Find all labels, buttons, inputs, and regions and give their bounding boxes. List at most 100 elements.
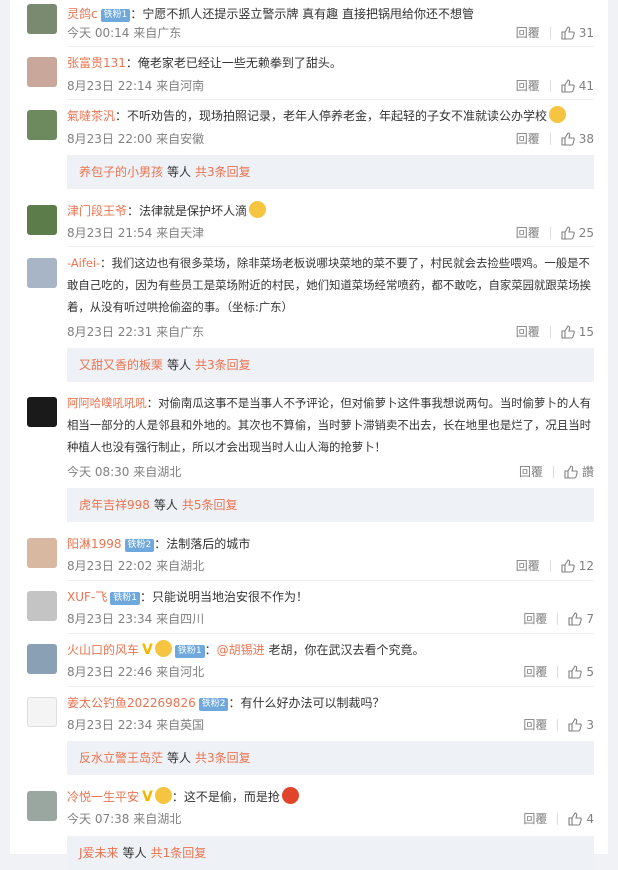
avatar[interactable] <box>27 110 57 140</box>
avatar[interactable] <box>27 791 57 821</box>
fan-badge: 铁粉2 <box>124 539 155 552</box>
comment: -Aifei-：我们这边也有很多菜场，除非菜场老板说哪块菜地的菜不要了，村民就会… <box>67 252 594 318</box>
username[interactable]: 冷悦一生平安 <box>67 790 139 804</box>
divider <box>557 813 559 825</box>
comment-text: 老胡，你在武汉去看个究竟。 <box>264 643 425 657</box>
username[interactable]: 津门段王爷 <box>67 204 127 218</box>
reply-summary[interactable]: 又甜又香的板栗 等人 共3条回复 <box>67 348 594 382</box>
comment-text: ：俺老家老已经让一些无赖拳到了甜头。 <box>125 56 342 70</box>
like-icon[interactable] <box>568 665 583 679</box>
username[interactable]: 阳淋1998 <box>67 537 122 551</box>
reply-user[interactable]: 养包子的小男孩 <box>79 165 163 179</box>
avatar[interactable] <box>27 644 57 674</box>
fan-badge: 铁粉1 <box>174 645 205 658</box>
username[interactable]: 氣噠茶汎 <box>67 109 115 123</box>
username[interactable]: XUF-飞 <box>67 590 107 604</box>
username[interactable]: 火山口的风车 <box>67 643 139 657</box>
reply-count-link[interactable]: 共5条回复 <box>182 498 238 512</box>
comment-meta: 8月23日 21:54 来自天津 <box>67 226 205 240</box>
reply-summary[interactable]: 反水立警王岛茫 等人 共3条回复 <box>67 741 594 775</box>
like-icon[interactable] <box>564 465 578 479</box>
reply-button[interactable]: 回覆 <box>523 718 547 732</box>
reply-text: 等人 <box>153 498 178 512</box>
reply-text: 等人 <box>122 846 147 860</box>
avatar[interactable] <box>27 697 57 727</box>
avatar[interactable] <box>27 4 57 34</box>
like-icon[interactable] <box>568 812 583 826</box>
avatar[interactable] <box>27 205 57 235</box>
comment-actions: 回覆 25 <box>516 224 594 241</box>
comment-actions: 回覆 15 <box>516 323 594 340</box>
reply-user[interactable]: 又甜又香的板栗 <box>79 358 163 372</box>
reply-button[interactable]: 回覆 <box>516 132 540 146</box>
reply-button[interactable]: 回覆 <box>516 79 540 93</box>
like-count: 38 <box>578 132 594 146</box>
comment-meta: 8月23日 22:02 来自湖北 <box>67 559 205 573</box>
like-count: 12 <box>578 559 594 573</box>
fan-badge: 铁粉1 <box>100 9 131 22</box>
reply-button[interactable]: 回覆 <box>523 612 547 626</box>
like-icon[interactable] <box>561 325 575 339</box>
divider <box>557 666 559 678</box>
reply-button[interactable]: 回覆 <box>519 465 543 479</box>
like-count: 5 <box>586 665 594 679</box>
reply-button[interactable]: 回覆 <box>516 26 540 40</box>
reply-text: 等人 <box>167 751 192 765</box>
angry-emoji-icon <box>281 787 299 804</box>
reply-count-link[interactable]: 共1条回复 <box>151 846 207 860</box>
reply-count-link[interactable]: 共3条回复 <box>195 165 251 179</box>
avatar[interactable] <box>27 57 57 87</box>
divider <box>67 633 594 634</box>
divider <box>549 27 551 39</box>
like-icon[interactable] <box>568 612 583 626</box>
mention-link[interactable]: @胡锡进 <box>217 643 265 657</box>
reply-summary[interactable]: 养包子的小男孩 等人 共3条回复 <box>67 155 594 189</box>
emoji-icon <box>154 640 172 657</box>
comment-meta: 8月23日 23:34 来自四川 <box>67 612 205 626</box>
username[interactable]: 灵鸽c <box>67 7 98 21</box>
like-icon[interactable] <box>561 26 575 40</box>
emoji-icon <box>154 787 172 804</box>
like-icon[interactable] <box>561 559 575 573</box>
username[interactable]: 姜太公钓鱼202269826 <box>67 696 196 710</box>
divider <box>552 466 554 478</box>
like-icon[interactable] <box>561 79 575 93</box>
avatar[interactable] <box>27 397 57 427</box>
comment-text: ：我们这边也有很多菜场，除非菜场老板说哪块菜地的菜不要了，村民就会去捡些喂鸡。一… <box>67 256 591 314</box>
avatar[interactable] <box>27 591 57 621</box>
username[interactable]: 张富贵131 <box>67 56 126 70</box>
reply-button[interactable]: 回覆 <box>516 325 540 339</box>
divider <box>549 133 551 145</box>
comment-actions: 回覆 4 <box>523 810 594 827</box>
avatar[interactable] <box>27 258 57 288</box>
reply-user[interactable]: J爱未来 <box>79 846 119 860</box>
reply-button[interactable]: 回覆 <box>523 812 547 826</box>
comment-text: ：法律就是保护坏人滴 <box>127 204 248 218</box>
divider <box>67 686 594 687</box>
like-count: 15 <box>578 325 594 339</box>
reply-summary[interactable]: 虎年吉祥998 等人 共5条回复 <box>67 488 594 522</box>
comment-text: ：这不是偷，而是抢 <box>171 790 280 804</box>
reply-button[interactable]: 回覆 <box>523 665 547 679</box>
comment: 津门段王爷：法律就是保护坏人滴 <box>67 200 594 222</box>
avatar[interactable] <box>27 538 57 568</box>
reply-button[interactable]: 回覆 <box>516 559 540 573</box>
username[interactable]: 阿阿哈噗吼吼吼 <box>67 396 147 410</box>
reply-count-link[interactable]: 共3条回复 <box>195 751 251 765</box>
reply-summary[interactable]: J爱未来 等人 共1条回复 <box>67 836 594 870</box>
divider <box>67 246 594 247</box>
reply-button[interactable]: 回覆 <box>516 226 540 240</box>
username[interactable]: -Aifei- <box>67 256 100 270</box>
divider <box>67 46 594 47</box>
comment-text: ：法制落后的城市 <box>154 537 251 551</box>
like-icon[interactable] <box>561 226 575 240</box>
like-count: 7 <box>586 612 594 626</box>
reply-user[interactable]: 虎年吉祥998 <box>79 498 150 512</box>
comment-actions: 回覆 12 <box>516 557 594 574</box>
reply-user[interactable]: 反水立警王岛茫 <box>79 751 163 765</box>
comment: 姜太公钓鱼202269826 铁粉2 ：有什么好办法可以制裁吗？ <box>67 692 594 714</box>
reply-count-link[interactable]: 共3条回复 <box>195 358 251 372</box>
like-icon[interactable] <box>568 718 583 732</box>
comment-text: ：不听劝告的，现场拍照记录，老年人停养老金，年起轻的子女不准就读公办学校 <box>115 109 548 123</box>
like-icon[interactable] <box>561 132 575 146</box>
